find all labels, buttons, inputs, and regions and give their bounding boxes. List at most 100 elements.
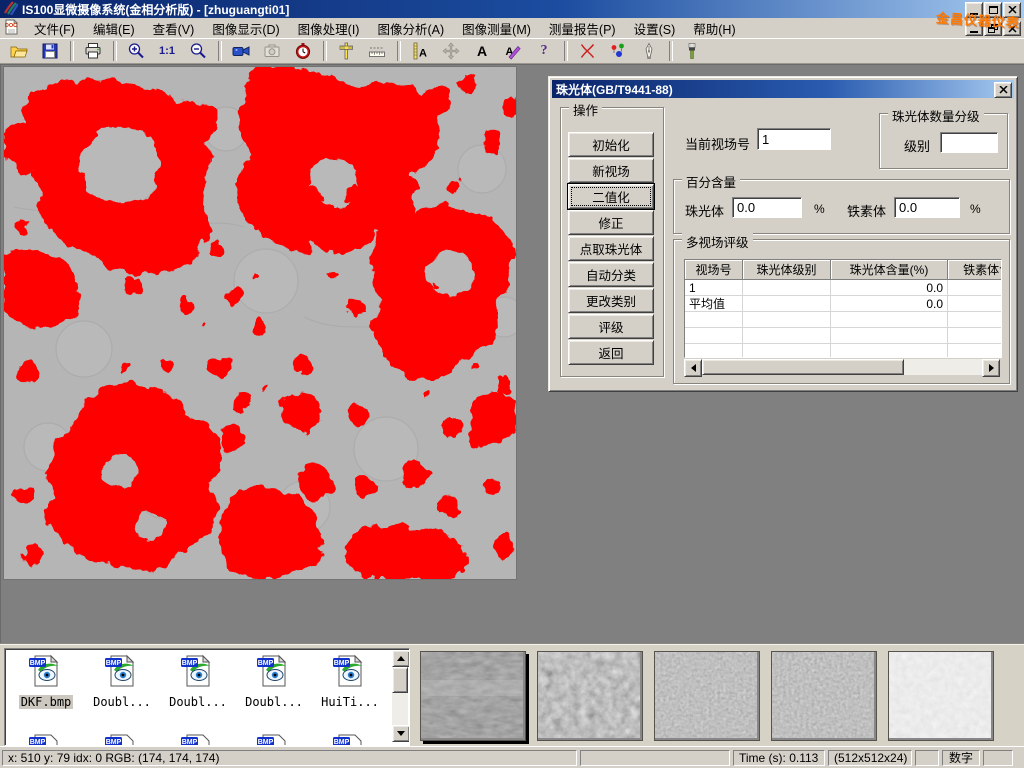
dialog-title-bar[interactable]: 珠光体(GB/T9441-88) (552, 80, 1014, 98)
print-button[interactable] (80, 40, 106, 62)
svg-text:BMP: BMP (334, 660, 350, 667)
scroll-up-button[interactable] (392, 650, 410, 667)
table-row[interactable] (685, 312, 1001, 328)
grade-button[interactable]: 评级 (568, 314, 654, 339)
open-button[interactable] (6, 40, 32, 62)
help-button[interactable]: ? (531, 40, 557, 62)
cell[interactable] (948, 280, 1002, 296)
file-name[interactable]: Doubl... (91, 695, 153, 709)
table-row[interactable] (685, 344, 1001, 358)
cell[interactable]: 平均值 (685, 296, 743, 312)
file-name[interactable]: Doubl... (243, 695, 305, 709)
menu-image-processing[interactable]: 图像处理(I) (289, 17, 369, 40)
menu-edit[interactable]: 编辑(E) (84, 17, 144, 40)
menu-help[interactable]: 帮助(H) (684, 17, 744, 40)
file-item[interactable]: BMP (237, 733, 311, 746)
preview-thumbnail[interactable] (888, 651, 994, 741)
actual-size-button[interactable]: 1:1 (154, 40, 180, 62)
file-item[interactable]: BMP Doubl... (161, 654, 235, 711)
cell[interactable] (948, 296, 1002, 312)
brush-tool-button[interactable] (679, 40, 705, 62)
initialize-button[interactable]: 初始化 (568, 132, 654, 157)
micrograph-image[interactable] (4, 67, 516, 579)
file-name[interactable]: DKF.bmp (19, 695, 74, 709)
table-row[interactable]: 1 0.0 (685, 280, 1001, 296)
preview-thumbnail[interactable] (654, 651, 760, 741)
pen-tool-button[interactable] (636, 40, 662, 62)
correct-button[interactable]: 修正 (568, 210, 654, 235)
edit-annotation-button[interactable]: A (500, 40, 526, 62)
preview-thumbnail[interactable] (537, 651, 643, 741)
cell[interactable]: 0.0 (831, 296, 948, 312)
scrollbar-track[interactable] (904, 359, 982, 375)
ferrite-percent-input[interactable] (894, 197, 960, 218)
current-view-input[interactable] (757, 128, 831, 150)
menu-measure-report[interactable]: 测量报告(P) (540, 17, 625, 40)
video-capture-button[interactable] (228, 40, 254, 62)
pick-pearlite-button[interactable]: 点取珠光体 (568, 236, 654, 261)
preview-thumbnail[interactable] (420, 651, 526, 741)
menu-bar: DOC 文件(F) 编辑(E) 查看(V) 图像显示(D) 图像处理(I) 图像… (0, 18, 1024, 39)
return-button[interactable]: 返回 (568, 340, 654, 365)
menu-image-measure[interactable]: 图像测量(M) (453, 17, 540, 40)
header-ferrite-content[interactable]: 铁素体含量(%) (948, 260, 1002, 280)
move-button[interactable] (438, 40, 464, 62)
file-item[interactable]: BMP HuiTi... (313, 654, 387, 711)
auto-classify-button[interactable]: 自动分类 (568, 262, 654, 287)
letter-a-icon: A (477, 43, 487, 59)
zoom-out-button[interactable] (185, 40, 211, 62)
binarize-button[interactable]: 二值化 (568, 184, 654, 209)
file-list-scrollbar[interactable] (392, 650, 408, 742)
table-row[interactable] (685, 328, 1001, 344)
scrollbar-thumb[interactable] (702, 359, 904, 375)
file-name[interactable]: HuiTi... (319, 695, 381, 709)
save-icon (41, 42, 59, 60)
ruler-button[interactable] (364, 40, 390, 62)
text-annotation-button[interactable]: A (469, 40, 495, 62)
video-camera-icon (232, 42, 250, 60)
marker-points-button[interactable] (605, 40, 631, 62)
file-name[interactable]: Doubl... (167, 695, 229, 709)
scrollbar-track[interactable] (392, 693, 408, 725)
scroll-right-button[interactable] (982, 359, 1000, 377)
caliper-button[interactable] (333, 40, 359, 62)
menu-image-analysis[interactable]: 图像分析(A) (368, 17, 453, 40)
file-item[interactable]: BMP (161, 733, 235, 746)
change-class-button[interactable]: 更改类别 (568, 288, 654, 313)
table-row[interactable]: 平均值 0.0 (685, 296, 1001, 312)
dialog-close-button[interactable] (994, 82, 1012, 98)
cell[interactable]: 0.0 (831, 280, 948, 296)
menu-image-display[interactable]: 图像显示(D) (203, 17, 288, 40)
header-view-number[interactable]: 视场号 (685, 260, 743, 280)
still-capture-button[interactable] (259, 40, 285, 62)
file-item[interactable]: BMP (313, 733, 387, 746)
header-pearlite-grade[interactable]: 珠光体级别 (743, 260, 831, 280)
menu-view[interactable]: 查看(V) (144, 17, 204, 40)
file-item[interactable]: BMP (9, 733, 83, 746)
curve-tool-button[interactable] (574, 40, 600, 62)
timer-button[interactable] (290, 40, 316, 62)
scroll-down-button[interactable] (392, 725, 410, 742)
svg-text:BMP: BMP (30, 660, 46, 667)
zoom-in-button[interactable] (123, 40, 149, 62)
percent-sign: % (970, 202, 981, 216)
file-item[interactable]: BMP Doubl... (85, 654, 159, 711)
cell[interactable] (743, 280, 831, 296)
menu-file[interactable]: 文件(F) (25, 17, 84, 40)
file-item[interactable]: BMP DKF.bmp (9, 654, 83, 711)
scrollbar-thumb[interactable] (392, 667, 408, 693)
measure-text-button[interactable]: A (407, 40, 433, 62)
save-button[interactable] (37, 40, 63, 62)
header-pearlite-content[interactable]: 珠光体含量(%) (831, 260, 948, 280)
cell[interactable]: 1 (685, 280, 743, 296)
menu-settings[interactable]: 设置(S) (625, 17, 685, 40)
file-item[interactable]: BMP (85, 733, 159, 746)
preview-thumbnail[interactable] (771, 651, 877, 741)
pearlite-percent-input[interactable] (732, 197, 802, 218)
cell[interactable] (743, 296, 831, 312)
new-field-button[interactable]: 新视场 (568, 158, 654, 183)
grade-input[interactable] (940, 132, 998, 153)
table-horizontal-scrollbar[interactable] (684, 359, 1000, 375)
scroll-left-button[interactable] (684, 359, 702, 377)
file-item[interactable]: BMP Doubl... (237, 654, 311, 711)
